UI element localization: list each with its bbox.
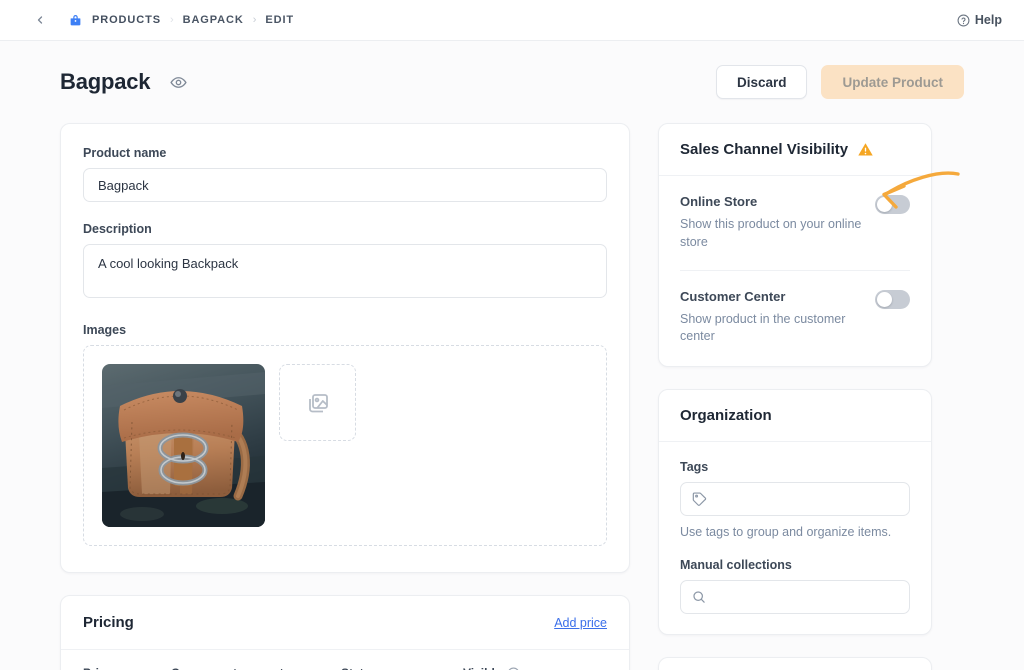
image-placeholder-icon [308, 393, 328, 412]
preview-button[interactable] [168, 72, 188, 92]
pricing-title: Pricing [83, 614, 134, 631]
tags-field [680, 482, 910, 516]
product-details-card: Product name Description Images [60, 123, 630, 573]
toggle-knob [877, 197, 892, 212]
chevron-left-icon [37, 16, 43, 24]
description-field: Description [83, 222, 607, 303]
product-name-input[interactable] [83, 168, 607, 202]
page-content: Bagpack Discard Update Product Product n… [0, 41, 1024, 670]
toggle-knob [877, 291, 892, 307]
panel-divider [680, 269, 910, 271]
header-actions: Discard Update Product [715, 65, 964, 99]
top-bar: PRODUCTS › BAGPACK › EDIT Help [0, 0, 1024, 41]
question-circle-icon [957, 14, 970, 26]
products-bag-icon [68, 13, 83, 28]
channel-description-online-store: Show this product on your online store [680, 217, 862, 249]
manual-collections-field [680, 580, 910, 614]
channel-text: Online Store Show this product on your o… [680, 194, 875, 252]
info-icon[interactable] [507, 667, 520, 670]
organization-card-header: Organization [659, 390, 931, 442]
sales-channel-visibility-card: Sales Channel Visibility Online Store Sh… [658, 123, 932, 367]
toggle-online-store[interactable] [875, 195, 910, 214]
pricing-card-header: Pricing Add price [61, 596, 629, 650]
tags-hint: Use tags to group and organize items. [680, 525, 892, 539]
product-name-field: Product name [83, 146, 607, 202]
update-product-button[interactable]: Update Product [821, 65, 964, 99]
partial-card-below [658, 657, 932, 670]
image-dropzone[interactable] [83, 345, 607, 546]
images-label: Images [83, 323, 127, 337]
product-image-thumbnail[interactable] [102, 364, 265, 527]
content-columns: Product name Description Images [60, 123, 964, 670]
tags-input[interactable] [680, 482, 910, 516]
tags-label: Tags [680, 460, 709, 474]
side-column: Sales Channel Visibility Online Store Sh… [658, 123, 932, 670]
main-column: Product name Description Images [60, 123, 630, 670]
breadcrumb-separator: › [169, 13, 174, 26]
channel-name-customer-center: Customer Center [680, 288, 786, 304]
discard-button[interactable]: Discard [715, 65, 808, 99]
breadcrumb: PRODUCTS › BAGPACK › EDIT [68, 13, 294, 28]
add-price-link[interactable]: Add price [554, 616, 607, 630]
pricing-card: Pricing Add price Price Compare at amoun… [60, 595, 630, 670]
column-visible: Visible [463, 666, 520, 670]
organization-card: Organization Tags Use tags to group and … [658, 389, 932, 635]
organization-card-body: Tags Use tags to group and organize item… [659, 442, 931, 634]
column-visible-label: Visible [463, 666, 501, 670]
channel-description-customer-center: Show product in the customer center [680, 311, 846, 344]
visibility-title: Sales Channel Visibility [680, 141, 849, 158]
description-label: Description [83, 222, 152, 236]
channel-row-customer-center: Customer Center Show product in the cust… [680, 289, 910, 347]
toggle-customer-center[interactable] [875, 289, 910, 309]
column-price: Price [83, 666, 171, 670]
column-status: Status [341, 666, 463, 670]
description-input[interactable] [83, 244, 607, 298]
visibility-card-header: Sales Channel Visibility [659, 124, 931, 176]
breadcrumb-item-products[interactable]: PRODUCTS [92, 14, 161, 26]
pricing-table-header: Price Compare at amount Status Visible [61, 650, 629, 670]
breadcrumb-separator: › [252, 13, 257, 26]
back-button[interactable] [30, 10, 50, 30]
organization-title: Organization [680, 407, 772, 424]
help-button[interactable]: Help [957, 13, 1002, 27]
column-compare-at-amount: Compare at amount [171, 666, 341, 670]
breadcrumb-item-edit: EDIT [265, 14, 295, 26]
channel-name-online-store: Online Store [680, 194, 758, 209]
tag-icon [692, 492, 707, 507]
images-field: Images [83, 323, 607, 546]
channel-text: Customer Center Show product in the cust… [680, 289, 875, 347]
manual-collections-input[interactable] [680, 580, 910, 614]
search-icon [692, 590, 706, 604]
page-header: Bagpack Discard Update Product [60, 41, 964, 123]
add-image-button[interactable] [279, 364, 356, 441]
product-name-label: Product name [83, 146, 167, 160]
eye-icon [170, 76, 187, 88]
help-label: Help [974, 13, 1002, 27]
warning-triangle-icon [858, 143, 873, 156]
visibility-card-body: Online Store Show this product on your o… [659, 176, 931, 366]
breadcrumb-item-bagpack[interactable]: BAGPACK [183, 14, 244, 26]
manual-collections-label: Manual collections [680, 558, 792, 572]
leather-satchel-image [102, 364, 265, 527]
channel-row-online-store: Online Store Show this product on your o… [680, 194, 910, 252]
page-title: Bagpack [60, 69, 151, 94]
